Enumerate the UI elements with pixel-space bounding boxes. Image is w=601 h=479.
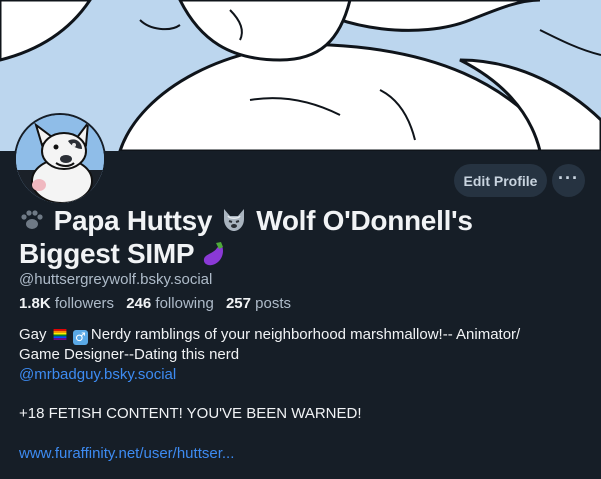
wolf-icon bbox=[220, 204, 257, 237]
profile-stats: 1.8K followers 246 following 257 posts bbox=[19, 295, 291, 312]
profile-bio: Gay ♂ Nerdy ramblings of your neighborhoo… bbox=[19, 325, 584, 385]
edit-profile-button[interactable]: Edit Profile bbox=[454, 164, 547, 197]
more-options-button[interactable]: ··· bbox=[552, 164, 585, 197]
followers-label: followers bbox=[54, 295, 115, 312]
rainbow-flag-icon bbox=[53, 329, 67, 340]
profile-panel bbox=[0, 151, 601, 479]
posts-stat: 257 posts bbox=[226, 295, 291, 312]
ellipsis-icon: ··· bbox=[558, 167, 579, 188]
followers-stat[interactable]: 1.8K followers bbox=[19, 295, 114, 312]
display-name-text-3: Biggest SIMP bbox=[19, 238, 194, 269]
followers-count: 1.8K bbox=[19, 295, 51, 312]
following-stat[interactable]: 246 following bbox=[126, 295, 214, 312]
eggplant-icon bbox=[201, 237, 227, 270]
posts-count: 257 bbox=[225, 295, 251, 312]
mention-link[interactable]: @mrbadguy.bsky.social bbox=[19, 366, 176, 383]
website-link[interactable]: www.furaffinity.net/user/huttser... bbox=[19, 445, 234, 462]
website-row: www.furaffinity.net/user/huttser... bbox=[19, 445, 234, 462]
display-name-text-2: Wolf O'Donnell's bbox=[256, 205, 473, 236]
following-count: 246 bbox=[126, 295, 152, 312]
profile-handle: @huttsergreywolf.bsky.social bbox=[19, 271, 213, 288]
posts-label: posts bbox=[255, 295, 292, 312]
bio-warning: +18 FETISH CONTENT! YOU'VE BEEN WARNED! bbox=[19, 405, 362, 422]
male-sign-icon: ♂ bbox=[72, 330, 88, 345]
bio-text-gay: Gay bbox=[19, 326, 47, 343]
bio-text-line2: Game Designer--Dating this nerd bbox=[19, 346, 240, 363]
display-name-text-1: Papa Huttsy bbox=[53, 205, 213, 236]
display-name: Papa Huttsy Wolf O'Donnell's Biggest SIM… bbox=[19, 204, 579, 270]
paw-icon bbox=[19, 204, 54, 237]
following-label: following bbox=[155, 295, 214, 312]
avatar[interactable] bbox=[14, 113, 106, 205]
bio-text-line1: Nerdy ramblings of your neighborhood mar… bbox=[90, 326, 521, 343]
